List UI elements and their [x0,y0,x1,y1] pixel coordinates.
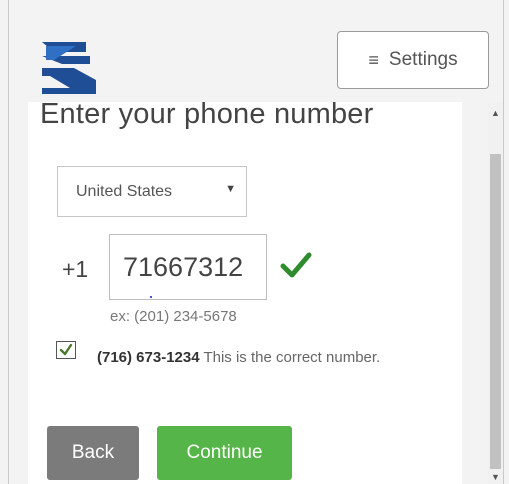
settings-label: Settings [388,49,458,70]
window-frame-left [8,0,9,484]
confirm-number-text: (716) 673-1234 This is the correct numbe… [56,344,396,372]
checkmark-icon [280,252,312,278]
back-button[interactable]: Back [47,426,139,480]
phone-example-hint: ex: (201) 234-5678 [110,308,237,325]
window-frame-right [503,0,504,484]
scroll-down-arrow-icon[interactable]: ▼ [491,472,500,482]
confirm-checkbox[interactable] [56,341,76,359]
text-cursor-mark [150,296,152,298]
continue-button[interactable]: Continue [157,426,292,480]
caret-down-icon: ▼ [225,183,236,195]
country-select-value: United States [76,182,173,200]
dial-code: +1 [62,256,89,282]
brand-logo-icon [42,42,96,94]
scrollbar-thumb[interactable] [490,154,501,469]
confirm-message: This is the correct number. [199,349,381,366]
app-window: ≡ Settings Enter your phone number Unite… [0,0,509,484]
settings-button[interactable]: ≡ Settings [337,31,489,89]
scroll-up-arrow-icon[interactable]: ▲ [491,108,500,118]
hamburger-menu-icon: ≡ [368,49,379,70]
page-title: Enter your phone number [40,98,374,130]
phone-number-input[interactable] [109,234,267,300]
country-select[interactable]: United States ▼ [57,166,247,217]
vertical-scrollbar[interactable]: ▲ ▼ [488,102,503,484]
checkbox-tick-icon [59,343,73,356]
confirm-number: (716) 673-1234 [97,349,200,366]
